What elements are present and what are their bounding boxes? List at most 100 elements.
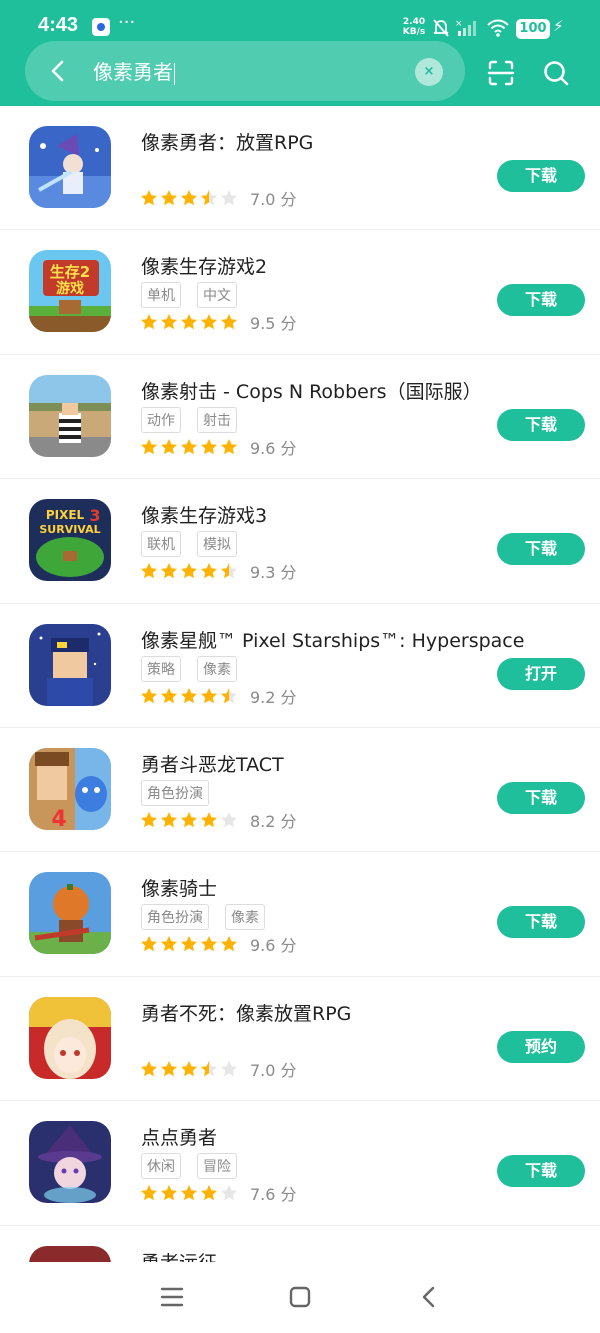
star-full-icon xyxy=(161,438,177,455)
more-notifications: ··· xyxy=(118,12,136,33)
app-notification-icon xyxy=(92,18,110,36)
text-caret xyxy=(174,62,175,85)
list-item[interactable]: 勇者不死：像素放置RPG 7.0 分 预约 xyxy=(0,977,600,1102)
download-button[interactable]: 下载 xyxy=(497,1155,585,1188)
star-full-icon xyxy=(161,563,177,579)
list-item[interactable]: 像素骑士 角色扮演 像素 9.6 分 下载 xyxy=(0,852,600,977)
app-name[interactable]: 勇者不死：像素放置RPG xyxy=(141,999,351,1026)
list-item[interactable]: 像素勇者：放置RPG 7.0 分 下载 xyxy=(0,106,600,231)
search-input[interactable]: 像素勇者 xyxy=(93,56,175,85)
star-full-icon xyxy=(221,438,237,455)
download-button[interactable]: 下载 xyxy=(497,408,585,441)
app-name[interactable]: 像素生存游戏2 xyxy=(141,252,267,279)
star-empty-icon xyxy=(221,190,237,206)
network-speed: 2.40 KB/s xyxy=(400,17,428,37)
back-arrow-icon[interactable] xyxy=(44,56,74,86)
app-tag: 动作 xyxy=(141,406,181,433)
app-name[interactable]: 像素骑士 xyxy=(141,874,217,901)
star-full-icon xyxy=(161,811,177,828)
app-tags: 单机 中文 xyxy=(141,282,253,309)
list-item[interactable]: 像素星舰™ Pixel Starships™: Hyperspace 策略 像素 … xyxy=(0,604,600,728)
app-name[interactable]: 像素生存游戏3 xyxy=(141,501,267,528)
star-full-icon xyxy=(141,811,157,828)
app-tag: 射击 xyxy=(197,406,237,433)
download-button[interactable]: 下载 xyxy=(497,781,585,814)
home-icon[interactable] xyxy=(289,1286,311,1308)
app-rating: 7.0 分 xyxy=(140,1057,297,1081)
app-icon-dragon-quest-tact[interactable]: 4 xyxy=(29,747,111,830)
app-name[interactable]: 点点勇者 xyxy=(141,1123,217,1150)
app-rating: 9.3 分 xyxy=(140,559,297,583)
star-full-icon xyxy=(141,936,157,952)
app-name[interactable]: 像素勇者：放置RPG xyxy=(141,128,313,155)
app-score: 8.2 分 xyxy=(250,811,297,831)
svg-text:3: 3 xyxy=(89,506,100,525)
app-name[interactable]: 像素星舰™ Pixel Starships™: Hyperspace xyxy=(141,626,524,653)
top-bar: 4:43 ··· 2.40 KB/s × 100 ⚡ 像素勇者 × xyxy=(0,0,600,106)
star-full-icon xyxy=(221,314,237,330)
back-icon[interactable] xyxy=(418,1286,440,1308)
star-full-icon xyxy=(141,190,157,206)
clear-search-button[interactable]: × xyxy=(415,58,443,86)
mute-bell-icon xyxy=(433,19,449,37)
star-half-icon xyxy=(221,687,237,703)
scan-icon[interactable] xyxy=(486,58,516,88)
app-name[interactable]: 勇者斗恶龙TACT xyxy=(141,750,284,777)
network-speed-value: 2.40 xyxy=(402,17,426,27)
list-item[interactable]: PIXEL SURVIVAL 3 像素生存游戏3 联机 模拟 9.3 分 下载 xyxy=(0,479,600,604)
app-tags: 角色扮演 像素 xyxy=(141,904,281,931)
app-icon-dian-dian-hero[interactable] xyxy=(29,1121,111,1204)
app-rating: 8.2 分 xyxy=(140,808,297,832)
star-full-icon xyxy=(141,1185,157,1201)
list-item[interactable]: 4 勇者斗恶龙TACT 角色扮演 8.2 分 下载 xyxy=(0,728,600,853)
open-button[interactable]: 打开 xyxy=(497,657,585,690)
app-name[interactable]: 像素射击 - Cops N Robbers（国际服） xyxy=(141,377,482,404)
app-score: 9.6 分 xyxy=(250,438,297,458)
star-full-icon xyxy=(201,1185,217,1201)
app-tags: 策略 像素 xyxy=(141,655,253,682)
app-icon-hero-never-dies[interactable] xyxy=(29,996,111,1079)
star-full-icon xyxy=(161,1060,177,1077)
status-bar: 4:43 ··· 2.40 KB/s × 100 ⚡ xyxy=(0,0,600,44)
app-tag: 角色扮演 xyxy=(141,779,209,806)
app-icon-soul-knight[interactable] xyxy=(29,872,111,955)
search-bar[interactable] xyxy=(25,41,465,101)
app-tag: 模拟 xyxy=(197,531,237,558)
app-score: 9.2 分 xyxy=(250,687,297,707)
app-icon-cops-n-robbers[interactable] xyxy=(29,374,111,457)
reserve-button[interactable]: 预约 xyxy=(497,1030,585,1063)
app-icon-pixel-survival-2[interactable]: 生存2 游戏 xyxy=(29,250,111,333)
svg-text:4: 4 xyxy=(51,807,66,830)
star-full-icon xyxy=(201,936,217,952)
app-icon-pixel-survival-3[interactable]: PIXEL SURVIVAL 3 xyxy=(29,499,111,582)
network-speed-unit: KB/s xyxy=(402,27,426,37)
star-empty-icon xyxy=(221,811,237,828)
app-tag: 像素 xyxy=(197,655,237,682)
app-score: 7.0 分 xyxy=(250,190,297,209)
signal-icon: × xyxy=(455,19,476,36)
app-icon-pixel-hero[interactable] xyxy=(29,126,111,208)
star-full-icon xyxy=(181,314,197,330)
star-full-icon xyxy=(201,314,217,330)
list-item[interactable]: 点点勇者 休闲 冒险 7.6 分 下载 xyxy=(0,1101,600,1226)
app-score: 7.0 分 xyxy=(250,1060,297,1080)
menu-icon[interactable] xyxy=(160,1286,184,1308)
app-icon-pixel-starships[interactable] xyxy=(29,623,111,706)
battery-level: 100 xyxy=(516,19,550,39)
search-icon[interactable] xyxy=(541,58,571,88)
svg-text:生存2: 生存2 xyxy=(50,263,90,281)
download-button[interactable]: 下载 xyxy=(497,284,585,317)
star-full-icon xyxy=(141,1060,157,1077)
download-button[interactable]: 下载 xyxy=(497,533,585,566)
download-button[interactable]: 下载 xyxy=(497,906,585,939)
star-half-icon xyxy=(221,563,237,579)
search-query: 像素勇者 xyxy=(93,60,173,84)
app-score: 7.6 分 xyxy=(250,1185,297,1205)
list-item[interactable]: 生存2 游戏 像素生存游戏2 单机 中文 9.5 分 下载 xyxy=(0,230,600,355)
list-item[interactable]: 像素射击 - Cops N Robbers（国际服） 动作 射击 9.6 分 下载 xyxy=(0,355,600,480)
app-rating: 9.6 分 xyxy=(140,435,297,459)
app-score: 9.5 分 xyxy=(250,314,297,334)
star-full-icon xyxy=(161,190,177,206)
download-button[interactable]: 下载 xyxy=(497,160,585,192)
star-full-icon xyxy=(141,687,157,703)
